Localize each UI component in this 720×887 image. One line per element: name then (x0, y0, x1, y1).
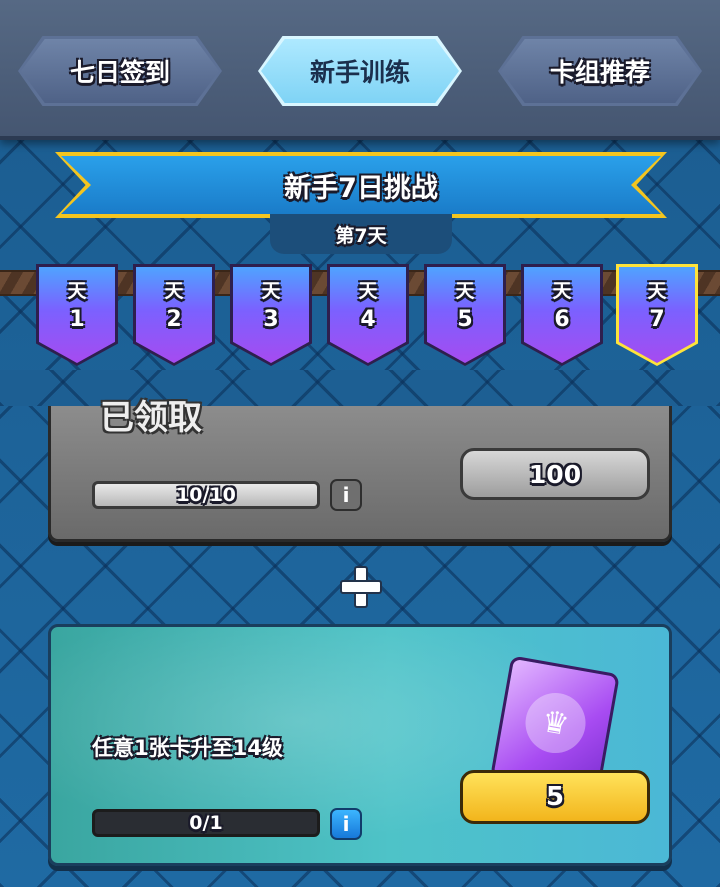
day-banner-6[interactable]: 天6 (521, 264, 603, 366)
day-banner-2[interactable]: 天2 (133, 264, 215, 366)
day-number: 3 (263, 307, 279, 332)
day-number: 7 (649, 307, 665, 332)
day-label: 天 (455, 280, 475, 302)
day-label: 天 (552, 280, 572, 302)
day-number: 2 (166, 307, 182, 332)
crown-icon: ♛ (520, 688, 591, 758)
day-label: 天 (358, 280, 378, 302)
current-day-label: 第7天 (270, 214, 452, 254)
tab-label: 七日签到 (69, 58, 170, 87)
day-label: 天 (261, 280, 281, 302)
tab-label: 新手训练 (309, 58, 410, 87)
top-tab-bar: 七日签到 新手训练 卡组推荐 (0, 0, 720, 140)
day-banner-1[interactable]: 天1 (36, 264, 118, 366)
task-progress-bar: 0/1 (92, 809, 320, 837)
day-banner-4[interactable]: 天4 (327, 264, 409, 366)
ribbon-title: 新手7日挑战 (61, 156, 661, 214)
day-label: 天 (647, 280, 667, 302)
day-number: 5 (457, 307, 473, 332)
info-icon[interactable]: i (330, 479, 362, 511)
day-label: 天 (67, 280, 87, 302)
claimed-status: 已领取 (100, 398, 202, 438)
completed-progress-bar: 10/10 (92, 481, 320, 509)
claimed-reward-button[interactable]: 100 (460, 448, 650, 500)
reward-button[interactable]: 5 (460, 770, 650, 824)
info-icon[interactable]: i (330, 808, 362, 840)
tab-label: 卡组推荐 (549, 58, 650, 87)
day-banner-5[interactable]: 天5 (424, 264, 506, 366)
day-number: 4 (360, 307, 376, 332)
tab-seven-day-checkin[interactable]: 七日签到 (18, 36, 222, 106)
plus-icon (340, 566, 382, 608)
day-number: 1 (69, 307, 85, 332)
challenge-ribbon: 新手7日挑战 (55, 152, 667, 218)
day-banner-7[interactable]: 天7 (616, 264, 698, 366)
tab-deck-recommend[interactable]: 卡组推荐 (498, 36, 702, 106)
tab-beginner-training[interactable]: 新手训练 (258, 36, 462, 106)
day-number: 6 (554, 307, 570, 332)
day-banner-3[interactable]: 天3 (230, 264, 312, 366)
day-label: 天 (164, 280, 184, 302)
task-description: 任意1张卡升至14级 (92, 736, 283, 760)
